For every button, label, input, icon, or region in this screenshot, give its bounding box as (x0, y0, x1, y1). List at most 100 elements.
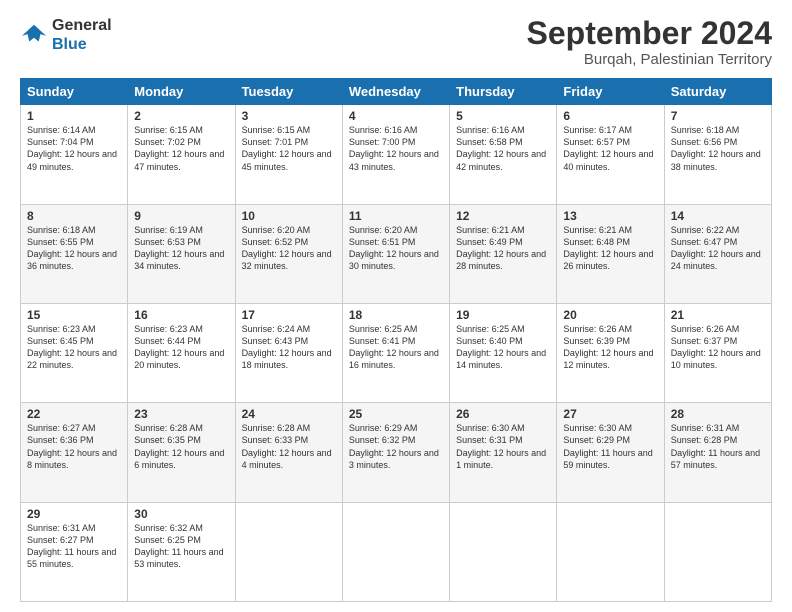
cell-text: Sunrise: 6:17 AMSunset: 6:57 PMDaylight:… (563, 125, 653, 171)
table-row (664, 502, 771, 601)
day-number: 6 (563, 109, 657, 123)
cell-text: Sunrise: 6:32 AMSunset: 6:25 PMDaylight:… (134, 523, 223, 569)
cell-text: Sunrise: 6:14 AMSunset: 7:04 PMDaylight:… (27, 125, 117, 171)
day-number: 8 (27, 209, 121, 223)
day-number: 18 (349, 308, 443, 322)
cell-text: Sunrise: 6:25 AMSunset: 6:40 PMDaylight:… (456, 324, 546, 370)
day-number: 12 (456, 209, 550, 223)
day-number: 20 (563, 308, 657, 322)
col-monday: Monday (128, 79, 235, 105)
cell-text: Sunrise: 6:26 AMSunset: 6:37 PMDaylight:… (671, 324, 761, 370)
day-number: 11 (349, 209, 443, 223)
table-row: 15Sunrise: 6:23 AMSunset: 6:45 PMDayligh… (21, 303, 128, 402)
day-number: 3 (242, 109, 336, 123)
cell-text: Sunrise: 6:29 AMSunset: 6:32 PMDaylight:… (349, 423, 439, 469)
cell-text: Sunrise: 6:21 AMSunset: 6:49 PMDaylight:… (456, 225, 546, 271)
table-row: 1Sunrise: 6:14 AMSunset: 7:04 PMDaylight… (21, 105, 128, 204)
day-number: 23 (134, 407, 228, 421)
table-row (235, 502, 342, 601)
table-row: 6 Sunrise: 6:17 AMSunset: 6:57 PMDaylight… (557, 105, 664, 204)
cell-text: Sunrise: 6:19 AMSunset: 6:53 PMDaylight:… (134, 225, 224, 271)
col-sunday: Sunday (21, 79, 128, 105)
table-row: 2 Sunrise: 6:15 AMSunset: 7:02 PMDaylight… (128, 105, 235, 204)
day-number: 9 (134, 209, 228, 223)
cell-text: Sunrise: 6:30 AMSunset: 6:29 PMDaylight:… (563, 423, 652, 469)
cell-text: Sunrise: 6:28 AMSunset: 6:33 PMDaylight:… (242, 423, 332, 469)
table-row: 11 Sunrise: 6:20 AMSunset: 6:51 PMDayligh… (342, 204, 449, 303)
table-row: 14Sunrise: 6:22 AMSunset: 6:47 PMDayligh… (664, 204, 771, 303)
table-row: 9 Sunrise: 6:19 AMSunset: 6:53 PMDaylight… (128, 204, 235, 303)
col-tuesday: Tuesday (235, 79, 342, 105)
cell-text: Sunrise: 6:25 AMSunset: 6:41 PMDaylight:… (349, 324, 439, 370)
table-row: 25 Sunrise: 6:29 AMSunset: 6:32 PMDayligh… (342, 403, 449, 502)
table-row: 22Sunrise: 6:27 AMSunset: 6:36 PMDayligh… (21, 403, 128, 502)
day-number: 7 (671, 109, 765, 123)
table-row: 7 Sunrise: 6:18 AMSunset: 6:56 PMDaylight… (664, 105, 771, 204)
day-number: 19 (456, 308, 550, 322)
header: General Blue September 2024 Burqah, Pale… (20, 16, 772, 68)
cell-text: Sunrise: 6:31 AMSunset: 6:27 PMDaylight:… (27, 523, 116, 569)
page: General Blue September 2024 Burqah, Pale… (0, 0, 792, 612)
cell-text: Sunrise: 6:31 AMSunset: 6:28 PMDaylight:… (671, 423, 760, 469)
table-row (450, 502, 557, 601)
day-number: 16 (134, 308, 228, 322)
day-number: 4 (349, 109, 443, 123)
day-number: 5 (456, 109, 550, 123)
table-row: 23 Sunrise: 6:28 AMSunset: 6:35 PMDayligh… (128, 403, 235, 502)
logo: General Blue (20, 16, 112, 54)
cell-text: Sunrise: 6:28 AMSunset: 6:35 PMDaylight:… (134, 423, 224, 469)
col-wednesday: Wednesday (342, 79, 449, 105)
day-number: 21 (671, 308, 765, 322)
table-row: 21 Sunrise: 6:26 AMSunset: 6:37 PMDayligh… (664, 303, 771, 402)
cell-text: Sunrise: 6:16 AMSunset: 6:58 PMDaylight:… (456, 125, 546, 171)
table-row: 28 Sunrise: 6:31 AMSunset: 6:28 PMDayligh… (664, 403, 771, 502)
day-number: 2 (134, 109, 228, 123)
cell-text: Sunrise: 6:23 AMSunset: 6:45 PMDaylight:… (27, 324, 117, 370)
table-row: 4 Sunrise: 6:16 AMSunset: 7:00 PMDaylight… (342, 105, 449, 204)
table-row: 16 Sunrise: 6:23 AMSunset: 6:44 PMDayligh… (128, 303, 235, 402)
table-row: 5 Sunrise: 6:16 AMSunset: 6:58 PMDaylight… (450, 105, 557, 204)
table-row: 17 Sunrise: 6:24 AMSunset: 6:43 PMDayligh… (235, 303, 342, 402)
day-number: 28 (671, 407, 765, 421)
logo-icon (20, 21, 48, 49)
cell-text: Sunrise: 6:15 AMSunset: 7:01 PMDaylight:… (242, 125, 332, 171)
day-number: 24 (242, 407, 336, 421)
table-row: 26 Sunrise: 6:30 AMSunset: 6:31 PMDayligh… (450, 403, 557, 502)
cell-text: Sunrise: 6:18 AMSunset: 6:55 PMDaylight:… (27, 225, 117, 271)
subtitle: Burqah, Palestinian Territory (527, 51, 772, 68)
col-friday: Friday (557, 79, 664, 105)
day-number: 14 (671, 209, 765, 223)
table-row: 10Sunrise: 6:20 AMSunset: 6:52 PMDayligh… (235, 204, 342, 303)
table-row: 29 Sunrise: 6:31 AMSunset: 6:27 PMDayligh… (21, 502, 128, 601)
cell-text: Sunrise: 6:20 AMSunset: 6:52 PMDaylight:… (242, 225, 332, 271)
calendar-table: Sunday Monday Tuesday Wednesday Thursday… (20, 78, 772, 602)
table-row: 12 Sunrise: 6:21 AMSunset: 6:49 PMDayligh… (450, 204, 557, 303)
table-row: 20Sunrise: 6:26 AMSunset: 6:39 PMDayligh… (557, 303, 664, 402)
day-number: 25 (349, 407, 443, 421)
cell-text: Sunrise: 6:30 AMSunset: 6:31 PMDaylight:… (456, 423, 546, 469)
table-row: 13 Sunrise: 6:21 AMSunset: 6:48 PMDayligh… (557, 204, 664, 303)
table-row: 3 Sunrise: 6:15 AMSunset: 7:01 PMDaylight… (235, 105, 342, 204)
cell-text: Sunrise: 6:21 AMSunset: 6:48 PMDaylight:… (563, 225, 653, 271)
table-row: 30 Sunrise: 6:32 AMSunset: 6:25 PMDayligh… (128, 502, 235, 601)
cell-text: Sunrise: 6:16 AMSunset: 7:00 PMDaylight:… (349, 125, 439, 171)
day-number: 27 (563, 407, 657, 421)
cell-text: Sunrise: 6:24 AMSunset: 6:43 PMDaylight:… (242, 324, 332, 370)
cell-text: Sunrise: 6:20 AMSunset: 6:51 PMDaylight:… (349, 225, 439, 271)
table-row: 19 Sunrise: 6:25 AMSunset: 6:40 PMDayligh… (450, 303, 557, 402)
cell-text: Sunrise: 6:23 AMSunset: 6:44 PMDaylight:… (134, 324, 224, 370)
day-number: 29 (27, 507, 121, 521)
logo-text: General Blue (52, 16, 112, 54)
day-number: 13 (563, 209, 657, 223)
cell-text: Sunrise: 6:15 AMSunset: 7:02 PMDaylight:… (134, 125, 224, 171)
day-number: 17 (242, 308, 336, 322)
table-row: 8 Sunrise: 6:18 AMSunset: 6:55 PMDaylight… (21, 204, 128, 303)
day-number: 30 (134, 507, 228, 521)
table-row: 24 Sunrise: 6:28 AMSunset: 6:33 PMDayligh… (235, 403, 342, 502)
cell-text: Sunrise: 6:18 AMSunset: 6:56 PMDaylight:… (671, 125, 761, 171)
table-row: 18 Sunrise: 6:25 AMSunset: 6:41 PMDayligh… (342, 303, 449, 402)
col-saturday: Saturday (664, 79, 771, 105)
title-block: September 2024 Burqah, Palestinian Terri… (527, 16, 772, 68)
day-number: 26 (456, 407, 550, 421)
table-row (557, 502, 664, 601)
